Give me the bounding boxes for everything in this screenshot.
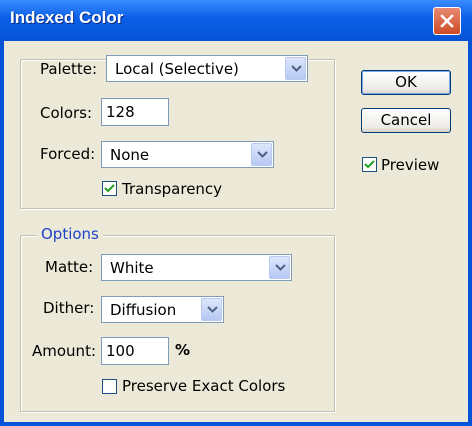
palette-select[interactable]: Local (Selective) <box>106 55 308 82</box>
transparency-label[interactable]: Transparency <box>122 180 222 198</box>
preview-label[interactable]: Preview <box>381 156 439 174</box>
transparency-checkbox[interactable] <box>102 181 117 196</box>
window-title: Indexed Color <box>10 8 124 27</box>
checkmark-icon <box>364 160 375 169</box>
title-bar: Indexed Color <box>0 0 472 41</box>
close-button[interactable] <box>433 7 461 35</box>
chevron-down-icon <box>291 65 302 72</box>
palette-value: Local (Selective) <box>115 60 239 78</box>
chevron-down-icon <box>207 306 218 313</box>
palette-dropdown-button[interactable] <box>285 57 306 80</box>
chevron-down-icon <box>257 151 268 158</box>
preserve-exact-colors-label[interactable]: Preserve Exact Colors <box>122 377 285 395</box>
amount-label: Amount: <box>32 342 96 360</box>
percent-unit: % <box>175 341 191 359</box>
forced-dropdown-button[interactable] <box>251 143 272 166</box>
amount-input-box[interactable] <box>101 337 169 365</box>
preview-checkbox[interactable] <box>362 157 377 172</box>
forced-select[interactable]: None <box>101 141 274 168</box>
amount-input[interactable] <box>106 342 166 360</box>
forced-label: Forced: <box>40 145 96 163</box>
checkmark-icon <box>104 184 115 193</box>
dither-label: Dither: <box>43 299 95 317</box>
ok-button[interactable]: OK <box>361 70 451 95</box>
colors-input[interactable] <box>106 103 166 121</box>
window-frame <box>468 41 472 426</box>
colors-input-box[interactable] <box>101 98 169 126</box>
matte-select[interactable]: White <box>101 254 292 281</box>
chevron-down-icon <box>275 264 286 271</box>
dither-dropdown-button[interactable] <box>201 298 222 321</box>
matte-dropdown-button[interactable] <box>269 256 290 279</box>
window-frame <box>0 41 4 426</box>
matte-value: White <box>110 259 154 277</box>
preserve-exact-colors-checkbox[interactable] <box>102 379 117 394</box>
options-legend: Options <box>37 225 103 243</box>
close-icon <box>440 14 454 28</box>
window-frame <box>0 422 472 426</box>
matte-label: Matte: <box>45 258 94 276</box>
forced-value: None <box>110 146 150 164</box>
dither-value: Diffusion <box>110 301 177 319</box>
dither-select[interactable]: Diffusion <box>101 296 224 323</box>
palette-label: Palette: <box>40 60 98 78</box>
colors-label: Colors: <box>40 104 93 122</box>
cancel-button[interactable]: Cancel <box>361 108 451 133</box>
